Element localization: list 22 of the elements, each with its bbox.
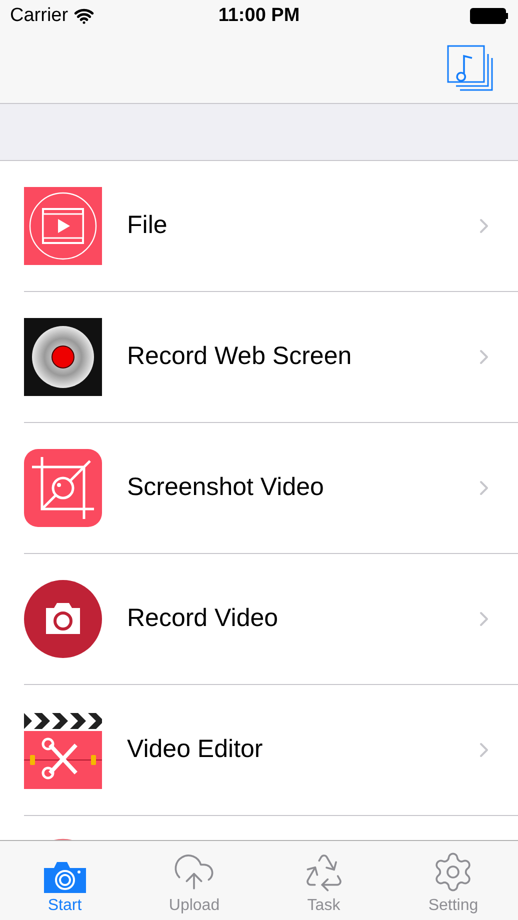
menu-label: Screenshot Video	[127, 472, 324, 504]
carrier-name: Carrier	[10, 4, 68, 28]
battery-icon	[470, 8, 508, 24]
music-library-button[interactable]	[446, 44, 494, 92]
menu-label: Record Video	[127, 603, 278, 634]
menu-row[interactable]: Screenshot Video	[0, 423, 518, 553]
menu-row[interactable]: Record Video	[0, 554, 518, 684]
menu-label: Record Web Screen	[127, 341, 352, 372]
menu-row[interactable]: Video Editor	[0, 685, 518, 815]
music-stack-icon	[446, 44, 494, 92]
menu-label: File	[127, 210, 168, 242]
menu-row[interactable]: File	[0, 161, 518, 291]
tab[interactable]: Start	[0, 841, 130, 920]
film-play-icon	[24, 187, 102, 265]
camera-icon	[42, 860, 88, 894]
menu-label: Video Editor	[127, 734, 263, 766]
scissors-clapper-icon	[24, 711, 102, 789]
crop-lens-icon	[24, 449, 102, 527]
camera-icon	[24, 580, 102, 658]
menu-row[interactable]: Record Web Screen	[0, 292, 518, 422]
wifi-icon	[74, 6, 94, 26]
status-time: 11:00 PM	[218, 4, 300, 28]
